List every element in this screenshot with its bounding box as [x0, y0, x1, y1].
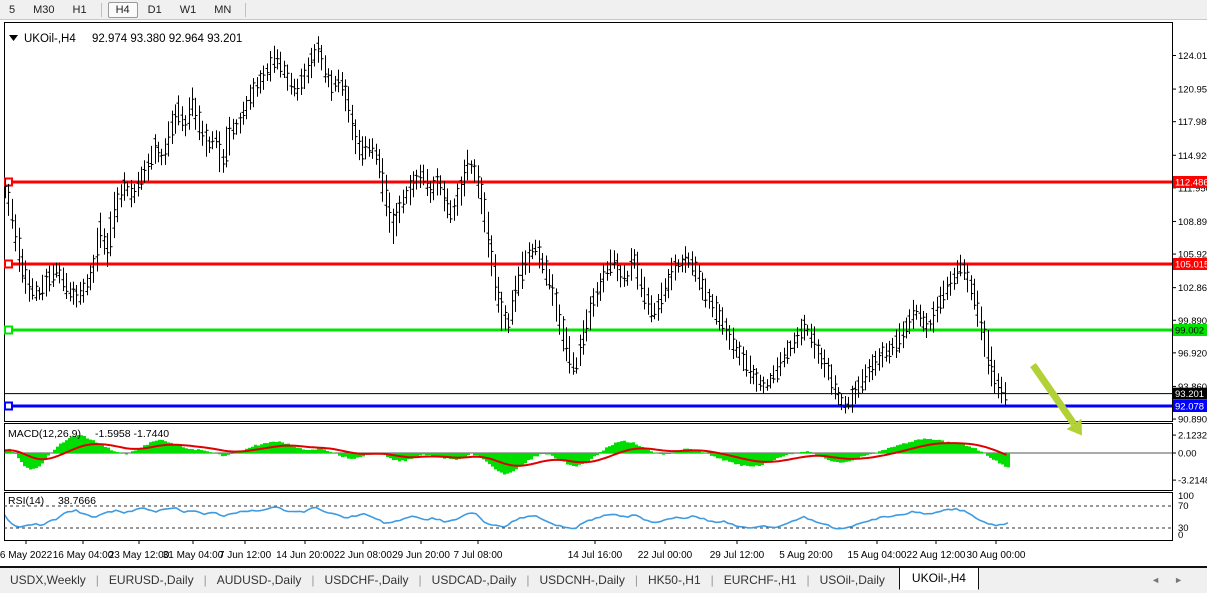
bid-price-badge: 93.201	[1175, 389, 1204, 400]
timeframe-button-h4[interactable]: H4	[108, 2, 138, 18]
rsi-tick-label: 0	[1178, 530, 1183, 541]
macd-indicator-label: MACD(12,26,9)	[8, 428, 81, 440]
date-tick-label: 7 Jul 08:00	[454, 550, 503, 561]
price-tick-label: 117.980	[1178, 117, 1207, 128]
tab-separator: |	[204, 573, 207, 587]
chart-tab-audusd-[interactable]: AUDUSD-,Daily	[211, 571, 308, 589]
chart-tab-usdx[interactable]: USDX,Weekly	[4, 571, 92, 589]
tab-separator: |	[311, 573, 314, 587]
chart-title-ohlc: 92.974 93.380 92.964 93.201	[92, 33, 242, 45]
chart-tab-usdcnh-[interactable]: USDCNH-,Daily	[533, 571, 630, 589]
timeframe-button-m30[interactable]: M30	[25, 2, 62, 18]
line-anchor-handle[interactable]	[5, 327, 12, 334]
chart-tab-hk50-[interactable]: HK50-,H1	[642, 571, 707, 589]
chart-zone: 124.010120.950117.980114.920111.950108.8…	[0, 20, 1207, 566]
macd-tick-label: 2.1232	[1178, 431, 1207, 442]
date-tick-label: 22 Jul 00:00	[638, 550, 693, 561]
rsi-panel-area[interactable]	[5, 493, 1173, 541]
timeframe-button-5[interactable]: 5	[1, 2, 23, 18]
date-axis[interactable]: 6 May 202216 May 04:0023 May 12:0031 May…	[0, 540, 1026, 561]
price-tick-label: 114.920	[1178, 151, 1207, 162]
date-tick-label: 23 May 12:00	[109, 550, 170, 561]
tab-separator: |	[96, 573, 99, 587]
price-tick-label: 102.860	[1178, 283, 1207, 294]
date-tick-label: 5 Aug 20:00	[779, 550, 833, 561]
chart-tab-eurusd-[interactable]: EURUSD-,Daily	[103, 571, 200, 589]
rsi-indicator-label: RSI(14)	[8, 495, 44, 507]
tab-separator: |	[806, 573, 809, 587]
macd-indicator-values: -1.5958 -1.7440	[95, 428, 169, 440]
timeframe-toolbar: 5M30H1 H4D1W1MN	[0, 0, 1207, 20]
tab-scroll-arrows[interactable]: ◄►	[1151, 575, 1197, 585]
date-tick-label: 14 Jun 20:00	[276, 550, 334, 561]
price-axis[interactable]: 124.010120.950117.980114.920111.950108.8…	[1172, 51, 1207, 426]
price-tick-label: 90.890	[1178, 415, 1207, 426]
chart-canvas: 124.010120.950117.980114.920111.950108.8…	[0, 20, 1207, 566]
line-price-badge: 112.486	[1175, 177, 1207, 188]
chart-tab-eurchf-[interactable]: EURCHF-,H1	[718, 571, 803, 589]
line-anchor-handle[interactable]	[5, 403, 12, 410]
toolbar-separator	[245, 3, 246, 17]
tab-scroll-right-icon[interactable]: ►	[1174, 575, 1197, 585]
line-price-badge: 99.002	[1175, 326, 1204, 337]
date-tick-label: 29 Jun 20:00	[392, 550, 450, 561]
tab-scroll-left-icon[interactable]: ◄	[1151, 575, 1174, 585]
tab-separator: |	[711, 573, 714, 587]
chart-tab-usdchf-[interactable]: USDCHF-,Daily	[319, 571, 415, 589]
date-tick-label: 16 May 04:00	[53, 550, 114, 561]
date-tick-label: 22 Jun 08:00	[334, 550, 392, 561]
macd-tick-label: 0.00	[1178, 449, 1197, 460]
chart-tab-usoil-[interactable]: USOil-,Daily	[814, 571, 891, 589]
price-tick-label: 108.890	[1178, 217, 1207, 228]
tab-separator: |	[526, 573, 529, 587]
date-tick-label: 29 Jul 12:00	[710, 550, 765, 561]
date-tick-label: 14 Jul 16:00	[568, 550, 623, 561]
tab-separator: |	[635, 573, 638, 587]
date-tick-label: 15 Aug 04:00	[848, 550, 907, 561]
main-chart-area[interactable]	[5, 23, 1173, 422]
date-tick-label: 6 May 2022	[0, 550, 53, 561]
macd-tick-label: -3.2148	[1178, 476, 1207, 487]
chart-title-symbol: UKOil-,H4	[24, 33, 76, 45]
date-tick-label: 30 Aug 00:00	[967, 550, 1026, 561]
tab-separator: |	[419, 573, 422, 587]
chart-title: UKOil-,H4 92.974 93.380 92.964 93.201	[9, 33, 242, 45]
line-price-badge: 92.078	[1175, 402, 1204, 413]
price-tick-label: 120.950	[1178, 85, 1207, 96]
rsi-tick-label: 70	[1178, 501, 1189, 512]
chart-tabs-bar: USDX,Weekly|EURUSD-,Daily|AUDUSD-,Daily|…	[0, 566, 1207, 592]
timeframe-button-w1[interactable]: W1	[172, 2, 205, 18]
chart-tab-usdcad-[interactable]: USDCAD-,Daily	[426, 571, 523, 589]
chart-tab-ukoil-[interactable]: UKOil-,H4	[899, 567, 979, 590]
rsi-indicator-value: 38.7666	[58, 495, 96, 507]
date-tick-label: 7 Jun 12:00	[219, 550, 272, 561]
price-tick-label: 96.920	[1178, 348, 1207, 359]
date-tick-label: 31 May 04:00	[163, 550, 224, 561]
toolbar-separator	[101, 3, 102, 17]
timeframe-button-d1[interactable]: D1	[140, 2, 170, 18]
line-price-badge: 105.015	[1175, 259, 1207, 270]
line-anchor-handle[interactable]	[5, 260, 12, 267]
price-tick-label: 124.010	[1178, 51, 1207, 62]
timeframe-button-mn[interactable]: MN	[206, 2, 239, 18]
timeframe-button-h1[interactable]: H1	[65, 2, 95, 18]
date-tick-label: 22 Aug 12:00	[907, 550, 966, 561]
